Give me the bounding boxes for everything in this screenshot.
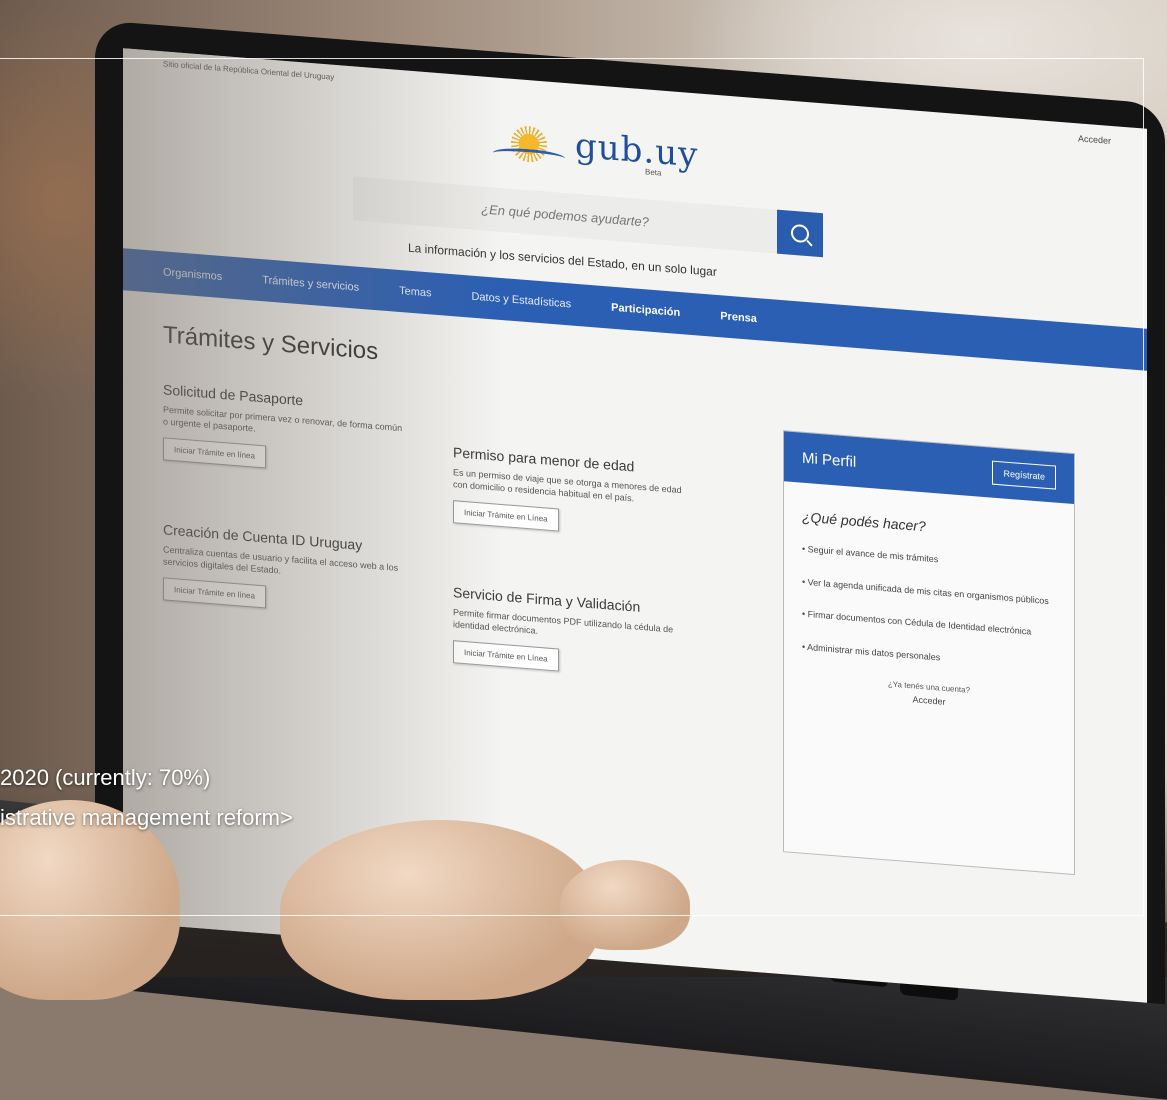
caption-line-1: 2020 (currently: 70%): [0, 765, 211, 790]
caption-line-2: istrative management reform>: [0, 805, 293, 830]
